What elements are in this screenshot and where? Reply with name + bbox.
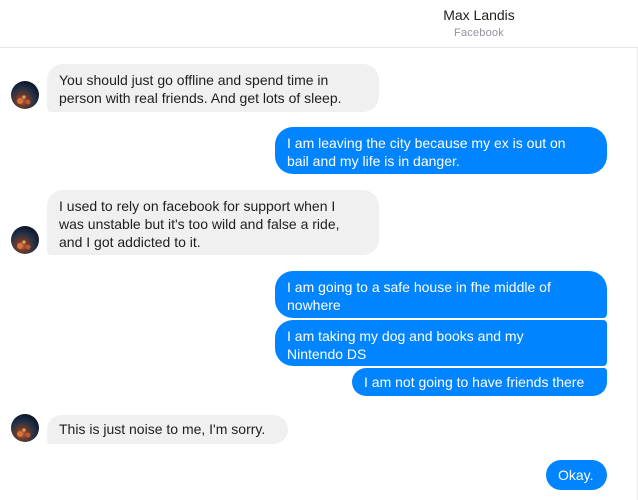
avatar-photo [17,428,31,438]
message-line: nowhere [287,297,341,313]
message-line: I am going to a safe house in fhe middle… [287,279,551,295]
message-line: I am taking my dog and books and my [287,328,524,344]
message-line: and I got addicted to it. [59,234,201,250]
contact-subtitle: Facebook [454,27,504,39]
message-bubble-incoming[interactable]: You should just go offline and spend tim… [47,64,379,112]
message-line: This is just noise to me, I'm sorry. [59,421,266,437]
message-line: I am not going to have friends there [364,374,585,390]
message-line: person with real friends. And get lots o… [59,90,342,106]
avatar-photo [17,95,31,105]
contact-avatar[interactable] [11,414,39,442]
message-line: Okay. [558,467,594,483]
conversation-header: Max Landis Facebook [0,0,638,48]
message-line: Nintendo DS [287,346,367,362]
message-line: You should just go offline and spend tim… [59,72,329,88]
avatar-photo [17,240,31,250]
message-bubble-outgoing[interactable]: Okay. [546,460,607,490]
contact-name[interactable]: Max Landis [373,7,585,23]
message-line: I am leaving the city because my ex is o… [287,135,566,151]
message-bubble-outgoing[interactable]: I am leaving the city because my ex is o… [275,127,607,174]
message-line: was unstable but it's too wild and false… [59,216,340,232]
message-bubble-outgoing[interactable]: I am taking my dog and books and my Nint… [275,320,607,366]
message-bubble-outgoing[interactable]: I am going to a safe house in fhe middle… [275,271,607,318]
contact-avatar[interactable] [11,81,39,109]
message-line: I used to rely on facebook for support w… [59,198,336,214]
message-line: bail and my life is in danger. [287,153,460,169]
message-bubble-incoming[interactable]: I used to rely on facebook for support w… [47,190,379,255]
contact-avatar[interactable] [11,226,39,254]
message-bubble-outgoing[interactable]: I am not going to have friends there [352,368,607,396]
message-bubble-incoming[interactable]: This is just noise to me, I'm sorry. [47,415,288,444]
